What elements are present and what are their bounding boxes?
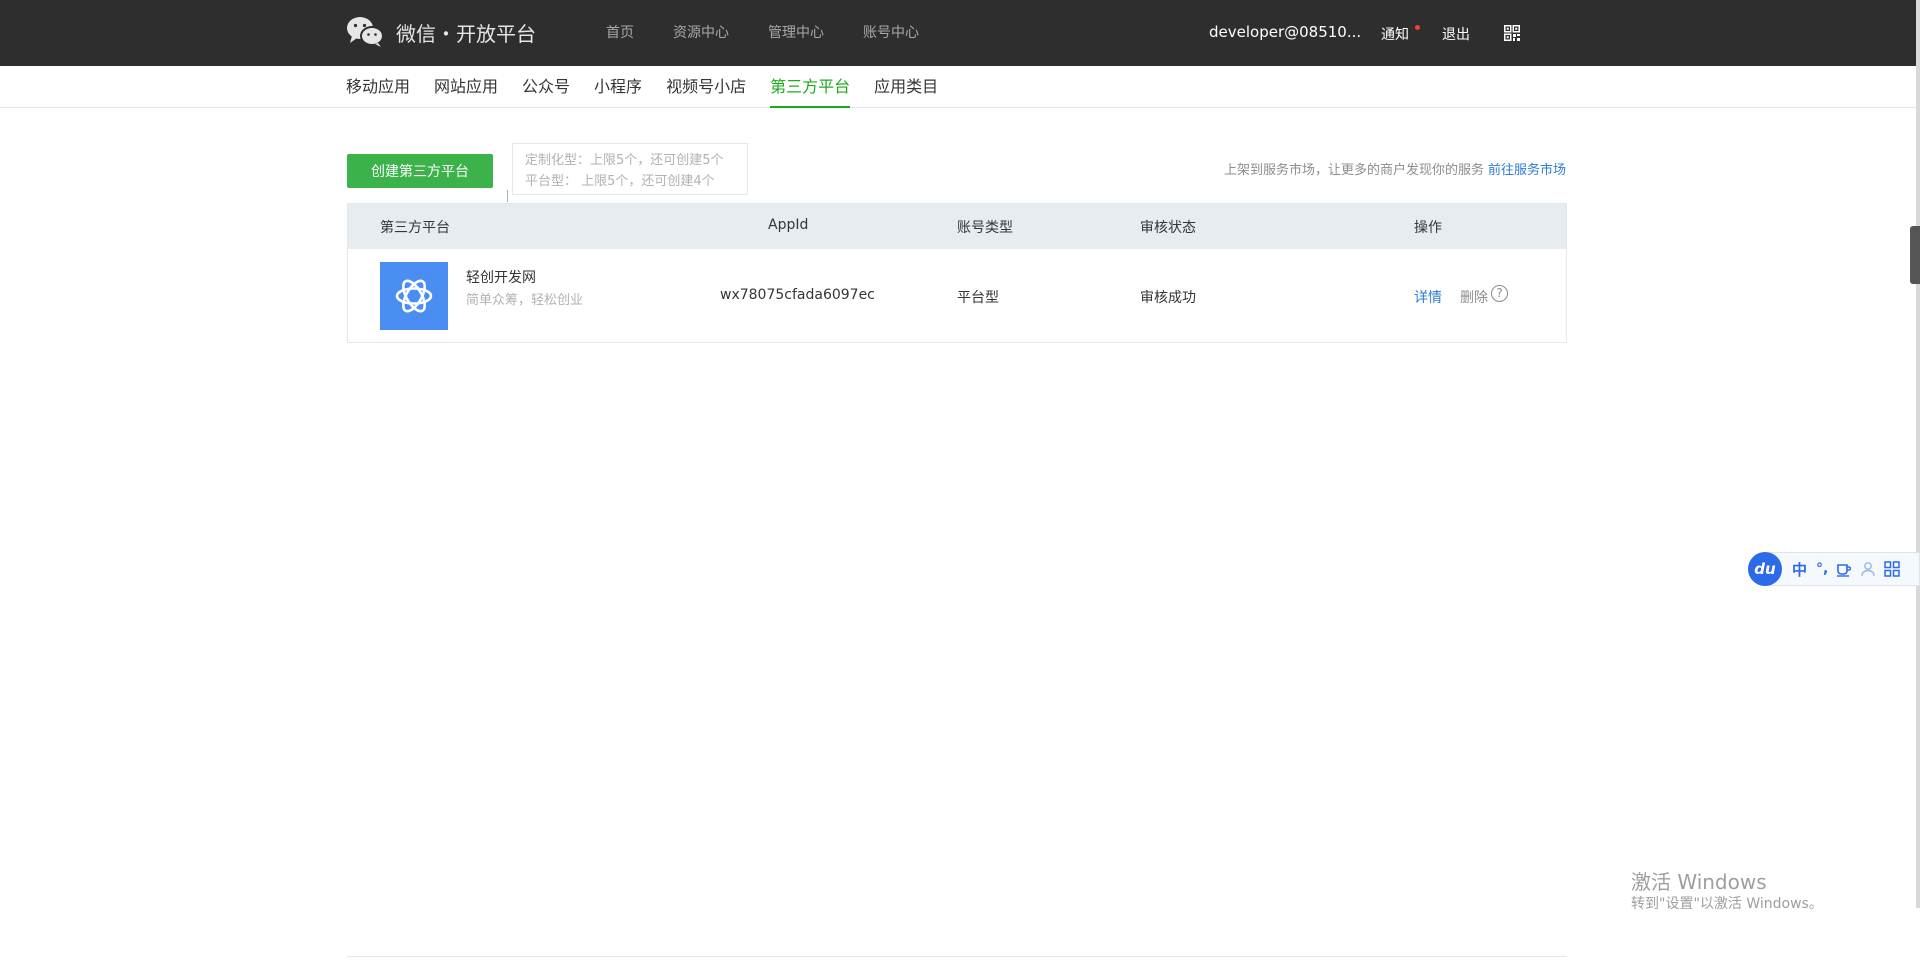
tab-mobile-app[interactable]: 移动应用 [346,66,410,107]
quota-platform-text: 平台型： 上限5个，还可创建4个 [525,174,715,189]
header-account-type: 账号类型 [957,220,1013,236]
activate-windows-title: 激活 Windows [1631,870,1767,894]
nav-resource-center[interactable]: 资源中心 [673,22,729,42]
logout-link[interactable]: 退出 [1442,24,1470,44]
service-market-link[interactable]: 前往服务市场 [1488,163,1566,178]
help-question-icon[interactable]: ? [1491,285,1508,302]
ime-user-icon[interactable] [1860,561,1876,577]
ime-grid-menu-icon[interactable] [1884,561,1901,577]
service-market-hint: 上架到服务市场，让更多的商户发现你的服务 前往服务市场 [1224,159,1566,178]
delete-link[interactable]: 删除 [1460,287,1488,307]
side-drawer-handle[interactable] [1910,226,1920,284]
header-actions: 操作 [1414,220,1442,236]
app-id-value: wx78075cfada6097ec [720,287,875,303]
header-review-status: 审核状态 [1140,220,1196,236]
quota-custom-text: 定制化型：上限5个，还可创建5个 [525,153,724,168]
table-header: 第三方平台 AppId 账号类型 审核状态 操作 [348,204,1566,249]
account-type-value: 平台型 [957,290,999,306]
quota-tooltip: 定制化型：上限5个，还可创建5个 平台型： 上限5个，还可创建4个 [512,143,748,195]
sub-nav-tabs: 移动应用 网站应用 公众号 小程序 视频号小店 第三方平台 应用类目 [346,66,962,108]
ime-toolbar: du 中 °, [1748,552,1920,586]
site-logo[interactable]: 微信・开放平台 [346,14,536,50]
detail-link[interactable]: 详情 [1414,287,1442,307]
tab-third-party-platform[interactable]: 第三方平台 [770,66,851,108]
app-knot-icon [395,279,433,313]
table-row: 轻创开发网 简单众筹，轻松创业 wx78075cfada6097ec 平台型 审… [348,249,1566,342]
header-platform: 第三方平台 [380,220,450,236]
tab-website-app[interactable]: 网站应用 [434,66,498,107]
service-market-hint-text: 上架到服务市场，让更多的商户发现你的服务 [1223,163,1484,178]
create-third-party-platform-button[interactable]: 创建第三方平台 [347,154,493,188]
platform-table: 第三方平台 AppId 账号类型 审核状态 操作 轻创开发网 简单众筹，轻松创业… [347,203,1567,343]
tab-app-category[interactable]: 应用类目 [874,66,938,107]
ime-skin-cup-icon[interactable] [1836,561,1852,577]
nav-home[interactable]: 首页 [606,22,634,42]
tab-mini-program[interactable]: 小程序 [594,66,642,107]
footer-divider [347,956,1567,957]
ime-chinese-mode[interactable]: 中 [1792,559,1807,580]
notification-dot-icon [1415,25,1420,30]
top-navbar: 微信・开放平台 首页 资源中心 管理中心 账号中心 developer@0851… [0,0,1916,66]
nav-management-center[interactable]: 管理中心 [768,22,824,42]
review-status-value: 审核成功 [1140,290,1196,306]
ime-punctuation-mode[interactable]: °, [1816,561,1828,577]
app-icon [380,262,448,330]
tooltip-pointer [507,190,508,202]
app-name: 轻创开发网 [466,270,536,286]
main-nav: 首页 资源中心 管理中心 账号中心 [606,22,958,42]
account-email[interactable]: developer@08510... [1209,23,1361,41]
logo-text: 微信・开放平台 [396,21,536,46]
tab-official-account[interactable]: 公众号 [522,66,570,107]
app-description: 简单众筹，轻松创业 [466,293,584,308]
page-scrollbar[interactable] [1916,0,1920,908]
activate-windows-subtitle: 转到"设置"以激活 Windows。 [1631,896,1823,912]
wechat-logo-icon [347,17,384,47]
nav-account-center[interactable]: 账号中心 [863,22,919,42]
qr-code-icon[interactable] [1504,25,1520,41]
notify-link[interactable]: 通知 [1381,24,1409,44]
sub-navbar: 移动应用 网站应用 公众号 小程序 视频号小店 第三方平台 应用类目 [0,66,1916,108]
tab-channels-store[interactable]: 视频号小店 [666,66,746,107]
baidu-ime-logo-icon[interactable]: du [1748,552,1782,586]
header-appid: AppId [768,217,809,233]
